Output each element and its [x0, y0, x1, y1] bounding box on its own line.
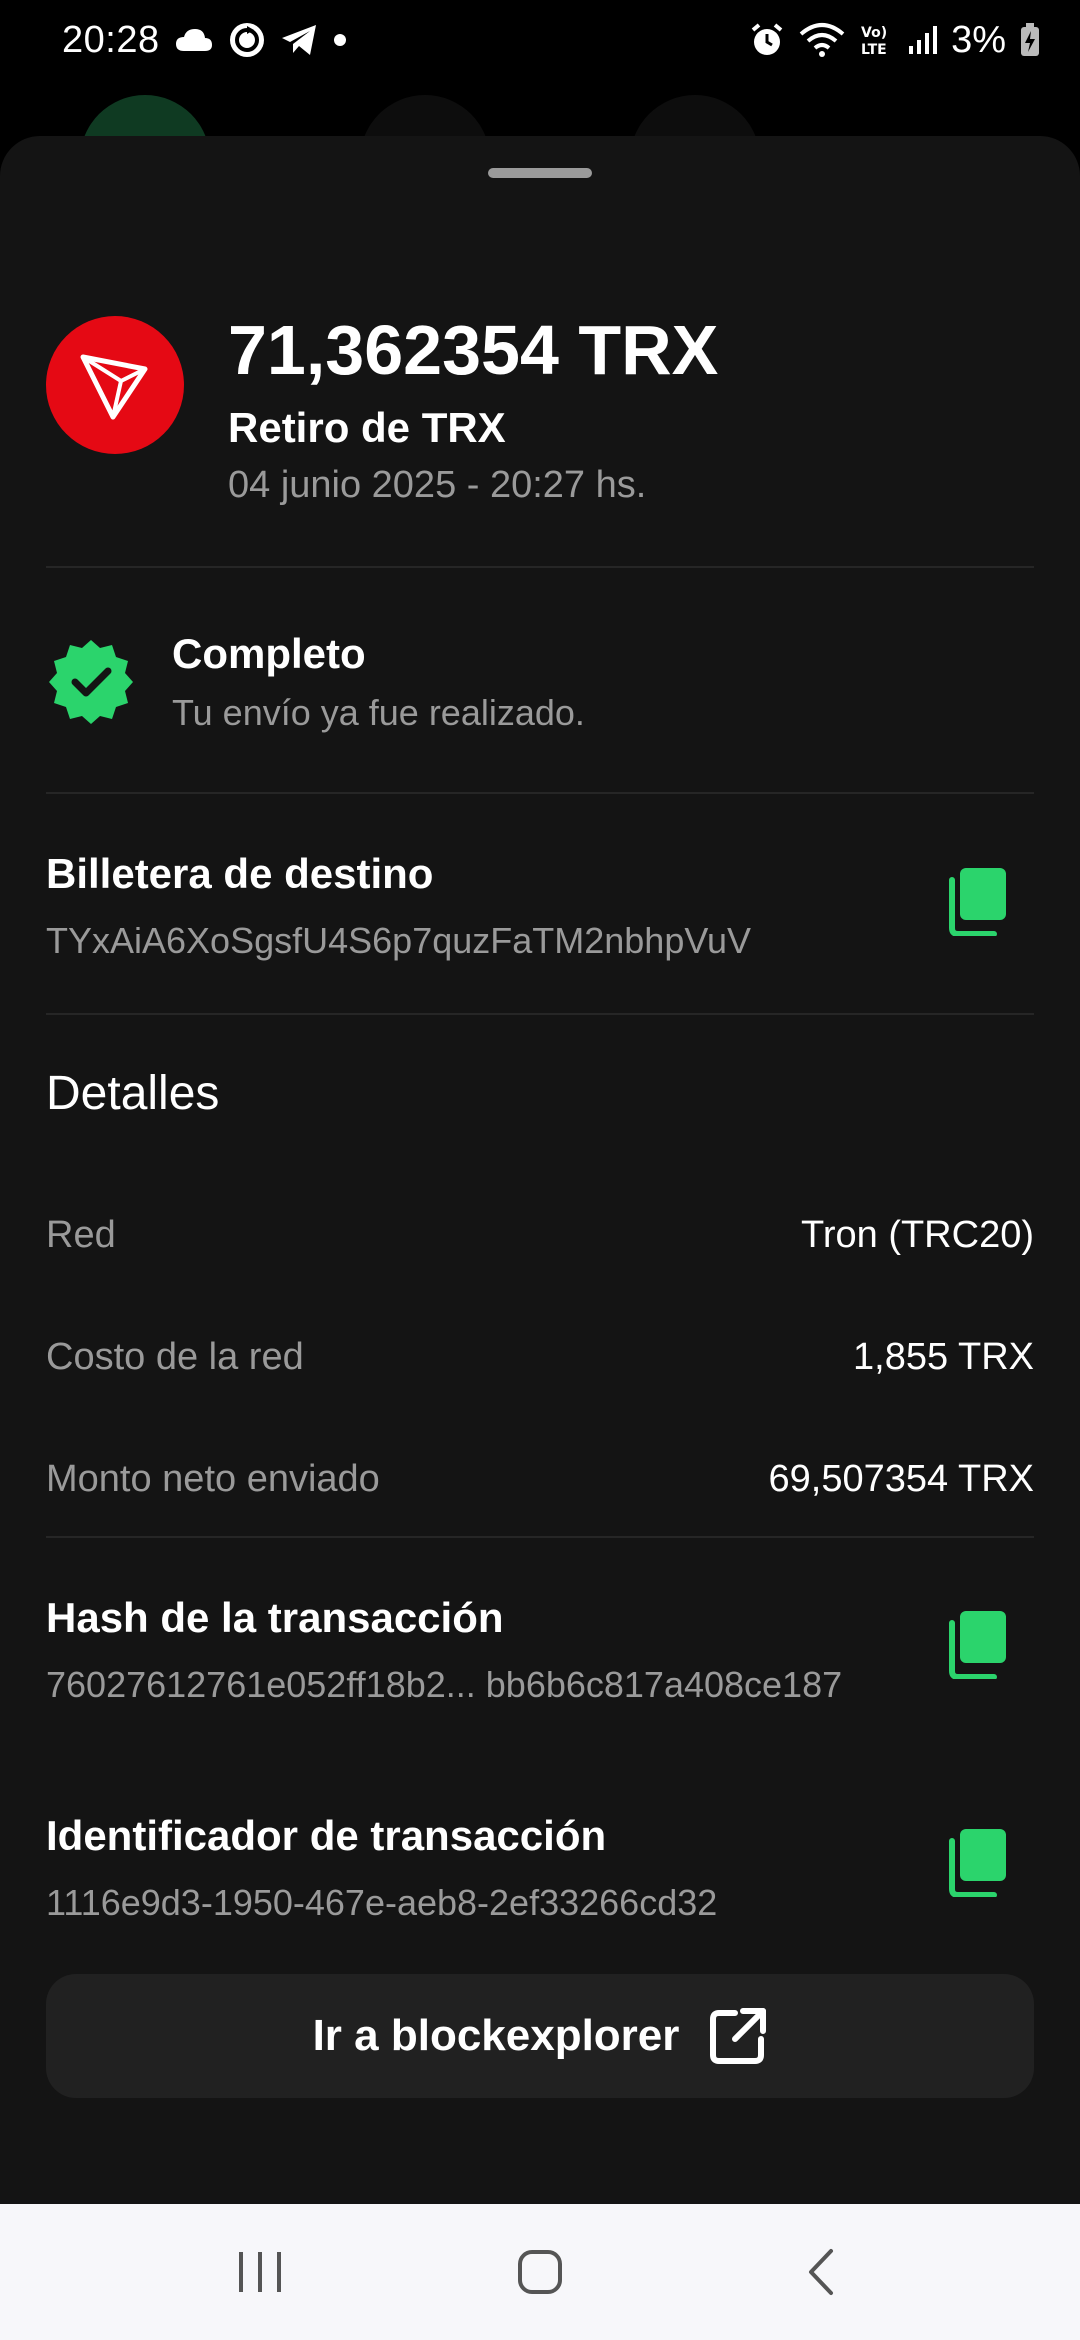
blockexplorer-button-label: Ir a blockexplorer — [312, 2011, 680, 2060]
detail-value: 69,507354 TRX — [768, 1458, 1035, 1500]
transaction-title: Retiro de TRX — [228, 404, 506, 451]
status-bar-left: 20:28 — [62, 19, 348, 62]
identifier-label: Identificador de transacción — [46, 1812, 607, 1859]
telegram-icon — [280, 23, 318, 57]
svg-text:LTE: LTE — [861, 42, 887, 58]
detail-row-network-fee: Costo de la red 1,855 TRX — [46, 1336, 1034, 1379]
transaction-detail-sheet: 71,362354 TRX Retiro de TRX 04 junio 202… — [0, 136, 1080, 2204]
detail-key: Costo de la red — [46, 1336, 304, 1378]
divider — [46, 792, 1034, 794]
blockexplorer-button[interactable]: Ir a blockexplorer — [46, 1974, 1034, 2098]
drag-handle[interactable] — [488, 168, 592, 178]
details-title: Detalles — [46, 1067, 220, 1120]
status-bar-right: Vo) LTE 3% — [749, 19, 1040, 62]
copy-identifier-button[interactable] — [946, 1827, 1008, 1898]
home-button[interactable] — [480, 2222, 600, 2322]
hash-value: 76027612761e052ff18b2... bb6b6c817a408ce… — [46, 1664, 843, 1705]
copy-destination-button[interactable] — [946, 866, 1008, 937]
volte-icon: Vo) LTE — [859, 22, 893, 58]
home-icon — [518, 2250, 562, 2294]
divider — [46, 1536, 1034, 1538]
hash-label: Hash de la transacción — [46, 1594, 504, 1641]
alarm-icon — [749, 22, 785, 58]
detail-value: 1,855 TRX — [853, 1336, 1034, 1378]
detail-row-network: Red Tron (TRC20) — [46, 1214, 1034, 1257]
detail-key: Monto neto enviado — [46, 1458, 380, 1500]
detail-value: Tron (TRC20) — [801, 1214, 1034, 1256]
back-icon — [809, 2249, 833, 2295]
status-subtitle: Tu envío ya fue realizado. — [172, 692, 585, 733]
svg-text:Vo): Vo) — [861, 25, 887, 41]
status-time: 20:28 — [62, 18, 160, 61]
transaction-amount: 71,362354 TRX — [228, 311, 719, 389]
divider — [46, 566, 1034, 568]
check-badge-icon — [46, 636, 136, 726]
detail-row-net-amount: Monto neto enviado 69,507354 TRX — [46, 1458, 1034, 1501]
system-navigation-bar — [0, 2204, 1080, 2340]
battery-charging-icon — [1020, 23, 1040, 57]
recent-apps-button[interactable] — [200, 2222, 320, 2322]
sync-icon — [228, 21, 266, 59]
tron-logo — [46, 316, 184, 454]
battery-percent: 3% — [951, 18, 1006, 61]
divider — [46, 1013, 1034, 1015]
signal-icon — [907, 24, 938, 56]
status-title: Completo — [172, 630, 366, 677]
cloud-icon — [174, 25, 214, 55]
destination-address: TYxAiA6XoSgsfU4S6p7quzFaTM2nbhpVuV — [46, 920, 752, 961]
status-bar: 20:28 Vo) LTE 3% — [0, 0, 1080, 80]
detail-key: Red — [46, 1214, 116, 1256]
copy-icon — [949, 1829, 1006, 1898]
copy-icon — [949, 868, 1006, 937]
dot-icon — [332, 32, 348, 48]
back-button[interactable] — [760, 2222, 880, 2322]
transaction-date: 04 junio 2025 - 20:27 hs. — [228, 464, 647, 506]
wifi-icon — [799, 22, 845, 58]
identifier-value: 1116e9d3-1950-467e-aeb8-2ef33266cd32 — [46, 1882, 718, 1923]
recent-apps-icon — [239, 2252, 281, 2292]
destination-label: Billetera de destino — [46, 850, 434, 897]
copy-icon — [949, 1611, 1006, 1680]
external-link-icon — [710, 2008, 767, 2064]
copy-hash-button[interactable] — [946, 1609, 1008, 1680]
